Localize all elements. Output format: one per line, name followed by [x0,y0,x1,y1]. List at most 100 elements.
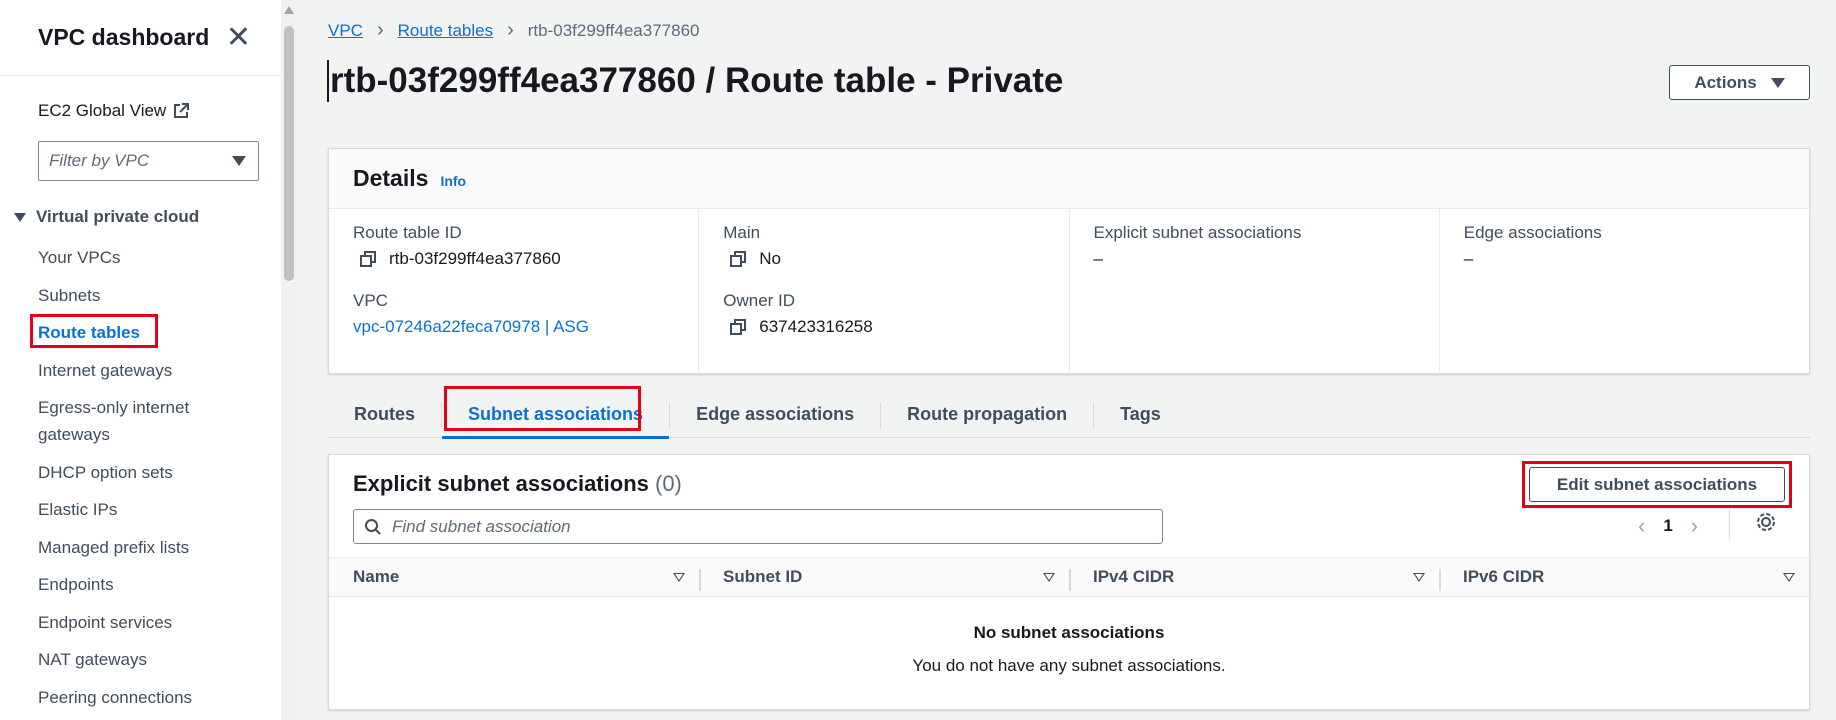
find-subnet-association-input[interactable]: Find subnet association [353,509,1163,544]
route-table-id-label: Route table ID [353,223,462,242]
owner-id-text: 637423316258 [759,317,873,336]
main-label: Main [723,223,761,242]
actions-label: Actions [1694,72,1757,92]
column-name-label: Name [353,567,400,586]
details-panel: Details Info Route table ID rtb-03f299ff… [328,148,1810,374]
vpc-link[interactable]: vpc-07246a22feca70978 | ASG [353,317,589,337]
explicit-associations-label: Explicit subnet associations [1093,223,1302,242]
page-number[interactable]: 1 [1663,516,1672,536]
sidebar-title[interactable]: VPC dashboard [38,24,209,51]
column-header-ipv6-cidr[interactable]: IPv6 CIDR [1439,567,1809,591]
sidebar-item-endpoint-services[interactable]: Endpoint services [38,609,238,636]
ec2-global-view-link[interactable]: EC2 Global View [38,101,190,121]
route-table-id-text: rtb-03f299ff4ea377860 [389,249,561,268]
breadcrumb-current: rtb-03f299ff4ea377860 [527,20,700,40]
close-icon[interactable]: ✕ [226,22,251,53]
details-column-4: Edge associations – [1440,209,1809,374]
main-text: No [759,249,781,268]
details-column-1: Route table ID rtb-03f299ff4ea377860 VPC… [329,209,700,374]
chevron-right-icon: › [507,19,514,41]
sidebar-item-dhcp-option-sets[interactable]: DHCP option sets [38,459,238,486]
column-header-ipv4-cidr[interactable]: IPv4 CIDR [1069,567,1439,591]
expand-icon [14,212,26,222]
external-link-icon [174,103,190,118]
highlight-box-route-tables [30,314,158,348]
sidebar-item-nat-gateways[interactable]: NAT gateways [38,646,238,673]
main-value: No [723,249,1044,269]
explicit-associations-value: – [1093,249,1103,268]
associations-heading: Explicit subnet associations (0) [353,471,682,497]
owner-id-value: 637423316258 [723,317,1044,337]
info-link[interactable]: Info [440,173,466,189]
scroll-thumb[interactable] [284,26,294,281]
vpc-value: vpc-07246a22feca70978 | ASG [353,317,674,337]
sidebar-item-managed-prefix-lists[interactable]: Managed prefix lists [38,534,238,561]
tab-routes[interactable]: Routes [328,392,441,438]
column-header-subnet-id[interactable]: Subnet ID [699,567,1069,591]
pager-divider [1729,509,1730,539]
breadcrumb-vpc[interactable]: VPC [328,21,363,41]
search-placeholder: Find subnet association [392,516,571,536]
details-column-2: Main No Owner ID 637423316258 [699,209,1070,374]
empty-state-title: No subnet associations [973,623,1165,642]
tab-tags[interactable]: Tags [1094,392,1187,438]
table-header: Name Subnet ID IPv4 CIDR IPv6 CIDR [329,557,1809,597]
caret-down-icon [1770,77,1785,88]
column-subnet-id-label: Subnet ID [723,567,803,586]
sidebar-item-your-vpcs[interactable]: Your VPCs [38,244,238,271]
sidebar-header: VPC dashboard ✕ [0,0,281,76]
subnet-associations-panel: Explicit subnet associations (0) Edit su… [328,454,1810,710]
sidebar-item-internet-gateways[interactable]: Internet gateways [38,357,238,384]
tab-edge-associations[interactable]: Edge associations [670,392,880,438]
section-label: Virtual private cloud [36,207,200,226]
highlight-box-subnet-associations-tab [444,386,641,431]
details-column-3: Explicit subnet associations – [1070,209,1440,374]
pagination: ‹ 1 › [1638,513,1698,539]
sidebar-item-endpoints[interactable]: Endpoints [38,571,238,598]
sidebar-scrollbar[interactable] [281,0,297,720]
associations-title: Explicit subnet associations [353,471,649,496]
scroll-up-arrow-icon[interactable] [284,6,294,14]
associations-count: (0) [655,471,682,496]
breadcrumb: VPC › Route tables › rtb-03f299ff4ea3778… [328,19,700,42]
page-title: rtb-03f299ff4ea377860 / Route table - Pr… [327,60,1063,102]
chevron-left-icon[interactable]: ‹ [1638,513,1645,539]
actions-button[interactable]: Actions [1669,65,1810,100]
empty-state-text: You do not have any subnet associations. [912,656,1226,675]
caret-down-icon [232,156,246,166]
filter-by-vpc-select[interactable]: Filter by VPC [38,141,259,181]
sort-icon[interactable] [1043,572,1055,582]
sidebar-item-peering-connections[interactable]: Peering connections [38,684,238,711]
chevron-right-icon: › [376,19,384,41]
search-icon [365,518,381,535]
sort-icon[interactable] [673,572,685,582]
edge-associations-label: Edge associations [1463,223,1602,242]
details-header: Details Info [329,149,1809,209]
sidebar-item-elastic-ips[interactable]: Elastic IPs [38,496,238,523]
vpc-label: VPC [353,291,388,310]
owner-id-label: Owner ID [723,291,796,310]
filter-placeholder: Filter by VPC [49,151,150,170]
side-navigation: VPC dashboard ✕ EC2 Global View Filter b… [0,0,282,720]
tab-route-propagation[interactable]: Route propagation [881,392,1093,438]
sort-icon[interactable] [1413,572,1425,582]
sort-icon[interactable] [1783,572,1795,582]
route-table-id-value: rtb-03f299ff4ea377860 [353,249,674,269]
details-grid: Route table ID rtb-03f299ff4ea377860 VPC… [329,209,1809,374]
edge-associations-value: – [1463,249,1474,268]
section-virtual-private-cloud[interactable]: Virtual private cloud [14,207,199,227]
ec2-global-view-label[interactable]: EC2 Global View [38,101,166,121]
details-heading: Details [353,165,429,191]
sidebar-item-subnets[interactable]: Subnets [38,282,238,309]
copy-icon[interactable] [729,250,747,268]
column-header-name[interactable]: Name [329,567,699,587]
column-ipv6-label: IPv6 CIDR [1463,567,1545,586]
gear-icon[interactable] [1755,511,1777,533]
copy-icon[interactable] [359,250,377,268]
breadcrumb-route-tables[interactable]: Route tables [398,21,493,41]
column-ipv4-label: IPv4 CIDR [1093,567,1175,586]
highlight-box-edit-button [1522,461,1792,508]
sidebar-item-egress-only-internet-gateways[interactable]: Egress-only internet gateways [38,394,238,448]
chevron-right-icon[interactable]: › [1691,513,1698,539]
copy-icon[interactable] [729,318,747,336]
